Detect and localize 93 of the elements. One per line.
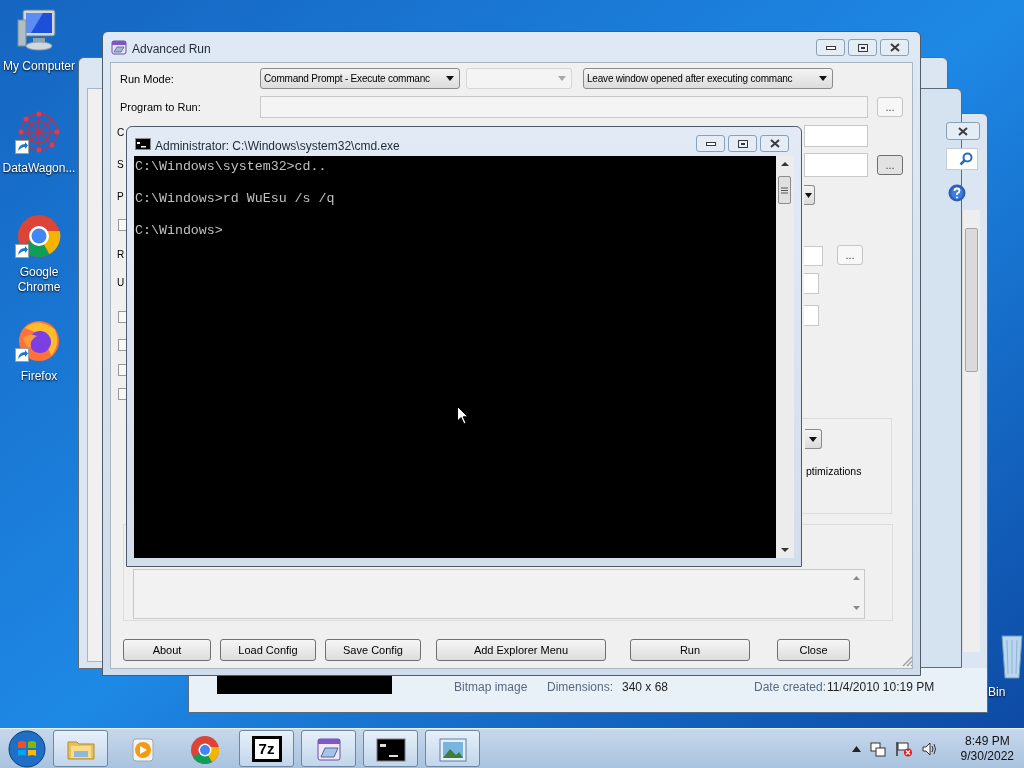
browse-button[interactable]: ... [837,245,863,265]
dropdown-arrow-icon [558,76,566,81]
close-button[interactable] [880,39,909,56]
app-icon [111,40,127,56]
console-line: C:\Windows\system32>cd.. [135,159,328,175]
clock-time[interactable]: 8:49 PM [964,733,1010,749]
console-output[interactable]: C:\Windows\system32>cd.. C:\Windows>rd WuEsu /s /q C:\Windows> [134,156,776,558]
text-field[interactable] [804,305,819,326]
checkbox[interactable] [118,364,126,376]
network-icon[interactable] [869,740,886,757]
details-label: Date created: [754,679,827,696]
dialog-button[interactable]: Load Config [220,639,316,661]
dialog-button[interactable]: Run [630,639,750,661]
browse-button[interactable]: ... [877,155,903,175]
program-path-field[interactable] [260,96,868,118]
show-hidden-icons-icon[interactable] [851,745,861,752]
desktop-icon-label[interactable]: My Computer [0,59,78,74]
run-mode-dropdown[interactable]: Command Prompt - Execute commanc [260,68,460,89]
text-field[interactable] [804,125,868,147]
dialog-button[interactable]: Save Config [325,639,421,661]
field-label: U [117,277,125,289]
browse-button[interactable]: ... [877,97,903,117]
maximize-button[interactable] [848,39,877,56]
clock-date[interactable]: 9/30/2022 [960,748,1014,764]
dropdown-arrow-icon [819,76,827,81]
text-field[interactable] [804,246,823,266]
dialog-button[interactable]: Close [777,639,850,661]
desktop-icon-label[interactable]: Google Chrome [0,265,78,295]
minimize-button[interactable] [816,39,845,56]
dropdown-arrow-icon [809,436,817,442]
checkbox[interactable] [118,311,126,323]
option-label: ptimizations [806,464,862,479]
close-button[interactable] [760,135,789,152]
recycle-bin-icon[interactable] [1000,632,1024,680]
restore-icon [737,139,748,148]
text-field[interactable] [804,273,819,294]
app-icon: 7z [251,735,282,762]
scrollbar-thumb[interactable] [778,176,791,204]
details-label: Dimensions: [547,679,614,696]
console-line: C:\Windows> [135,223,224,239]
field-label: R [117,249,125,261]
taskbar-button[interactable] [363,730,418,767]
dropdown-arrow-icon [805,192,812,198]
dropdown[interactable] [804,185,815,205]
mouse-cursor-icon [457,406,469,425]
close-icon [958,126,968,136]
field-label: P [117,191,124,203]
scrollbar[interactable] [962,210,980,652]
chrome-icon[interactable] [15,214,63,260]
restore-icon [857,43,868,52]
details-value: 11/4/2010 10:19 PM [827,679,935,696]
minimize-icon [825,45,836,50]
window-title: Administrator: C:\Windows\system32\cmd.exe [155,138,400,155]
grip-icon [781,186,788,194]
dialog-button[interactable]: About [123,639,211,661]
field-label: S [117,159,124,171]
scroll-up-icon[interactable] [781,162,789,166]
window-title: Advanced Run [132,41,211,58]
checkbox[interactable] [118,388,126,400]
console-icon [135,138,151,150]
minimize-button[interactable] [696,135,725,152]
scrollbar[interactable] [776,156,794,558]
desktop-icon-label[interactable]: Bin [988,683,1006,701]
maximize-button[interactable] [728,135,757,152]
help-icon[interactable] [948,184,966,202]
text-field[interactable] [804,153,868,177]
taskbar-button[interactable]: 7z [239,730,294,767]
start-button-icon[interactable] [7,729,47,768]
console-line: C:\Windows>rd WuEsu /s /q [135,191,336,207]
speaker-icon[interactable] [921,741,938,756]
close-button[interactable] [946,122,980,140]
field-label: Program to Run: [120,100,201,115]
checkbox[interactable] [118,339,126,351]
search-icon [959,152,973,166]
desktop-icon-label[interactable]: Firefox [0,369,78,384]
minimize-icon [705,141,716,146]
details-value: 340 x 68 [622,679,669,696]
scroll-down-icon[interactable] [781,548,789,552]
search-field[interactable] [946,148,978,170]
flag-alert-icon[interactable] [894,740,913,757]
close-icon [769,139,780,148]
dropdown-arrow-icon [446,76,454,81]
window-option-dropdown[interactable]: Leave window opened after executing commanc [583,68,833,89]
scrollbar-thumb[interactable] [965,228,978,372]
dropdown[interactable] [805,429,822,449]
field-label: C [117,127,125,139]
field-label: Run Mode: [120,72,174,87]
dialog-button[interactable]: Add Explorer Menu [436,639,606,661]
checkbox[interactable] [118,219,126,231]
desktop-icon-label[interactable]: DataWagon... [0,161,78,176]
resize-grip-icon[interactable] [901,655,913,667]
close-icon [889,43,900,52]
file-type: Bitmap image [454,679,528,696]
